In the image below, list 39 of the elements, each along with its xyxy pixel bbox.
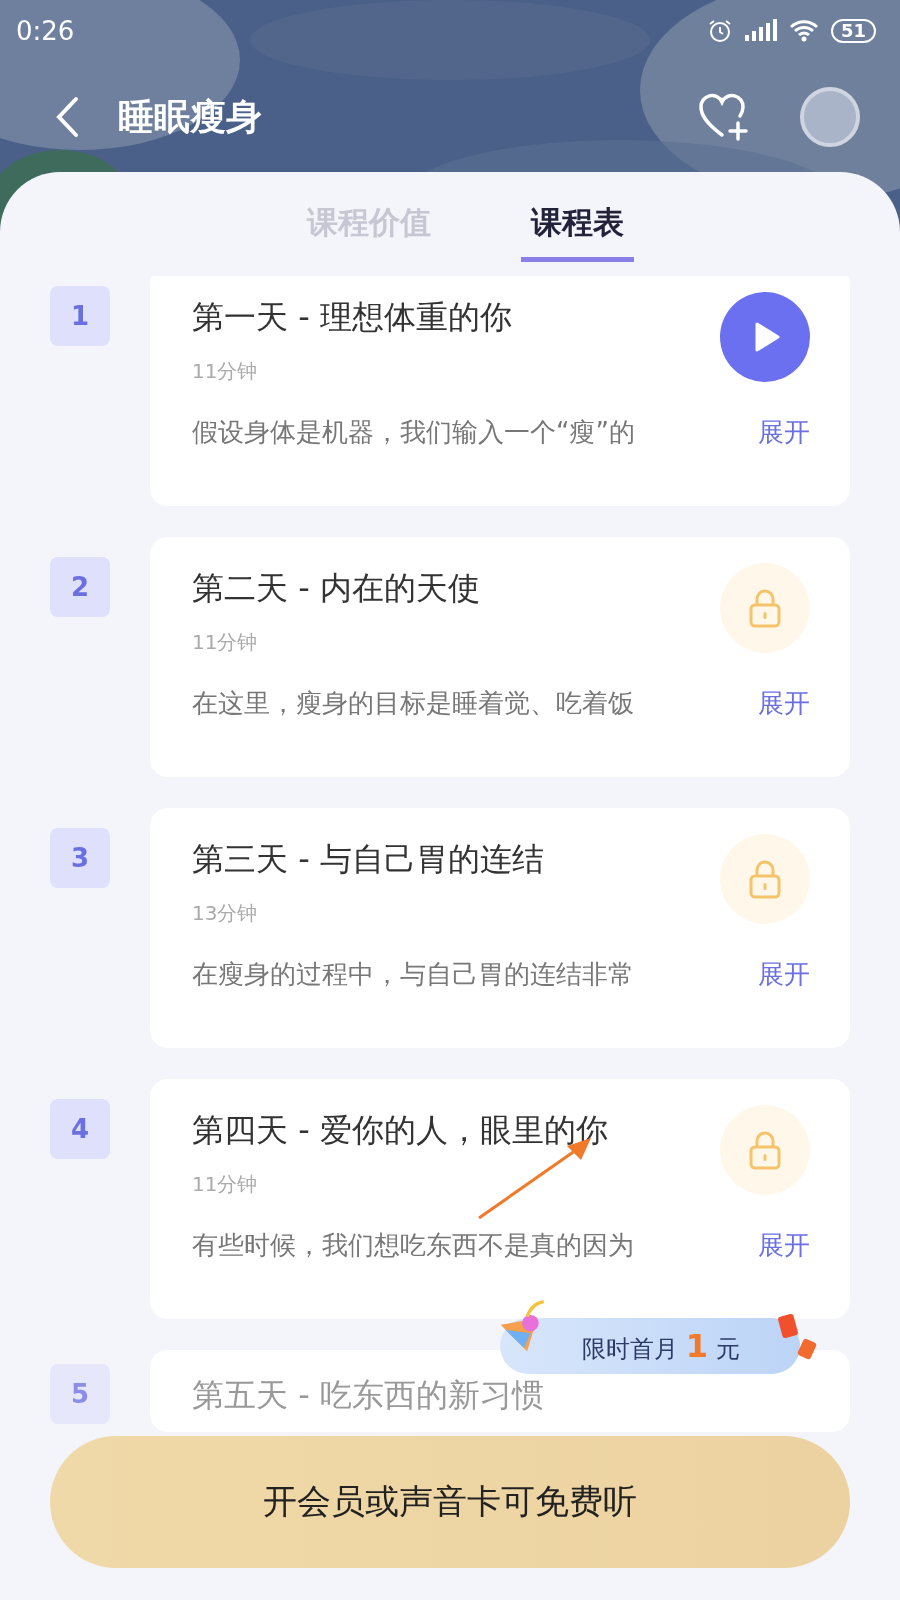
- lesson-description: 在瘦身的过程中，与自己胃的连结非常: [192, 958, 634, 991]
- lesson-description: 有些时候，我们想吃东西不是真的因为: [192, 1229, 634, 1262]
- lesson-card[interactable]: 第二天 - 内在的天使 11分钟 在这里，瘦身的目标是睡着觉、吃着饭 展开: [150, 537, 850, 777]
- lesson-title: 第五天 - 吃东西的新习惯: [192, 1375, 544, 1416]
- tab[interactable]: 课程表: [520, 172, 634, 262]
- lesson-description: 在这里，瘦身的目标是睡着觉、吃着饭: [192, 687, 634, 720]
- lesson-number: 3: [50, 828, 110, 888]
- lesson-duration: 11分钟: [192, 358, 259, 385]
- lesson-duration: 11分钟: [192, 629, 259, 656]
- lesson-duration: 13分钟: [192, 900, 259, 927]
- lesson-number: 1: [50, 286, 110, 346]
- lesson-title: 第一天 - 理想体重的你: [192, 297, 512, 338]
- lesson-duration: 11分钟: [192, 1171, 259, 1198]
- expand-link[interactable]: 展开: [758, 686, 810, 721]
- wifi-icon: [788, 19, 819, 43]
- battery-indicator: 51: [830, 19, 876, 43]
- lock-icon: [747, 588, 783, 628]
- lesson-card[interactable]: 第三天 - 与自己胃的连结 13分钟 在瘦身的过程中，与自己胃的连结非常 展开: [150, 808, 850, 1048]
- status-time: 0:26: [16, 16, 75, 46]
- heart-plus-icon[interactable]: [698, 93, 750, 141]
- lesson-description: 假设身体是机器，我们输入一个“瘦”的: [192, 416, 635, 449]
- lesson-number: 4: [50, 1099, 110, 1159]
- lesson-number: 5: [50, 1364, 110, 1424]
- lesson-title: 第二天 - 内在的天使: [192, 568, 480, 609]
- lesson-title: 第三天 - 与自己胃的连结: [192, 839, 544, 880]
- lesson-card[interactable]: 第四天 - 爱你的人，眼里的你 11分钟 有些时候，我们想吃东西不是真的因为 展开: [150, 1079, 850, 1319]
- lesson-number: 2: [50, 557, 110, 617]
- lesson-card[interactable]: 第一天 - 理想体重的你 11分钟 假设身体是机器，我们输入一个“瘦”的 展开: [150, 276, 850, 506]
- lock-icon: [747, 1130, 783, 1170]
- expand-link[interactable]: 展开: [758, 415, 810, 450]
- signal-icon: [744, 19, 777, 43]
- lesson-title: 第四天 - 爱你的人，眼里的你: [192, 1110, 608, 1151]
- page-title: 睡眠瘦身: [118, 94, 263, 139]
- lock-icon: [747, 859, 783, 899]
- expand-link[interactable]: 展开: [758, 1228, 810, 1263]
- expand-link[interactable]: 展开: [758, 957, 810, 992]
- membership-button[interactable]: 开会员或声音卡可免费听: [50, 1436, 850, 1568]
- promo-tooltip[interactable]: 限时首月 1 元: [500, 1318, 800, 1374]
- back-icon[interactable]: [54, 96, 80, 138]
